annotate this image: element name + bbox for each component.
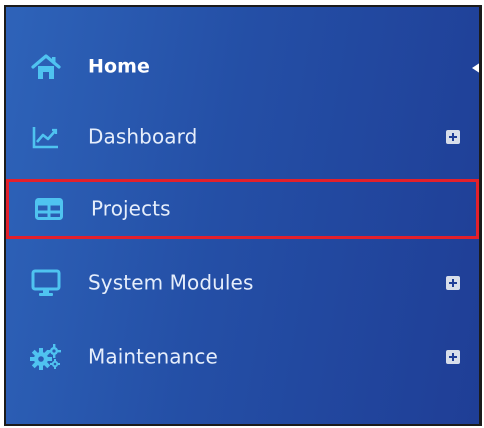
sidebar-item-maintenance[interactable]: Maintenance xyxy=(6,327,479,387)
sidebar-item-label: Dashboard xyxy=(88,124,198,149)
sidebar-item-label: Projects xyxy=(91,196,171,221)
sidebar-item-label: Maintenance xyxy=(88,344,218,369)
sidebar-item-system-modules[interactable]: System Modules xyxy=(6,253,479,313)
table-grid-icon xyxy=(33,195,65,223)
line-chart-icon xyxy=(30,123,62,151)
sidebar-item-label: System Modules xyxy=(88,270,254,295)
home-icon xyxy=(30,53,62,81)
expand-plus-icon[interactable] xyxy=(446,130,460,144)
monitor-icon xyxy=(30,269,62,297)
sidebar-item-dashboard[interactable]: Dashboard xyxy=(6,107,479,167)
sidebar-item-projects[interactable]: Projects xyxy=(6,179,479,239)
sidebar-item-home[interactable]: Home xyxy=(6,37,479,97)
gears-icon xyxy=(30,343,62,371)
sidebar-panel: Home Dashboard Projects System Modules M… xyxy=(4,5,482,426)
sidebar-item-label: Home xyxy=(88,55,151,78)
collapse-arrow-icon[interactable] xyxy=(472,62,479,74)
expand-plus-icon[interactable] xyxy=(446,350,460,364)
expand-plus-icon[interactable] xyxy=(446,276,460,290)
